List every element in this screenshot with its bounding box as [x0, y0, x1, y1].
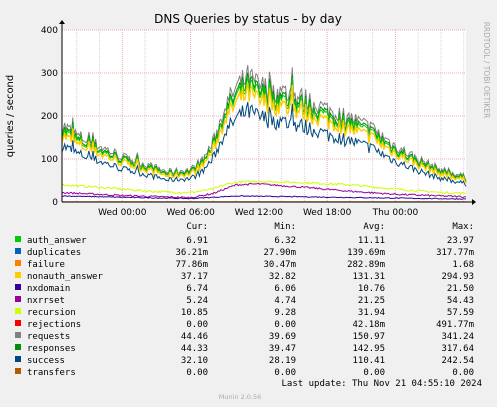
legend-avg-success: 110.41 [352, 356, 385, 366]
legend-table: Cur: Min: Avg: Max: auth_answer 6.91 6.32 11.11… [15, 222, 474, 378]
legend-max-requests: 341.24 [441, 332, 474, 342]
legend-swatch-recursion [15, 308, 21, 314]
legend-avg-transfers: 0.00 [363, 368, 385, 378]
legend-swatch-nxdomain [15, 284, 21, 290]
legend-min-rejections: 0.00 [274, 320, 296, 330]
legend-swatch-requests [15, 332, 21, 338]
y-tick-label: 300 [41, 69, 58, 79]
legend-cur-nonauth_answer: 37.17 [181, 272, 208, 282]
plot-area: 0 100 200 300 400 Wed 00:00 Wed 06:00 Wed 12:00… [41, 20, 476, 218]
legend-max-nxdomain: 21.50 [447, 284, 474, 294]
legend-name-requests: requests [27, 332, 70, 342]
legend-min-nxrrset: 4.74 [274, 296, 296, 306]
legend-name-nxrrset: nxrrset [27, 296, 65, 306]
munin-graph: DNS Queries by status - by day queries /… [0, 0, 497, 407]
legend-cur-recursion: 10.85 [181, 308, 208, 318]
legend-min-requests: 39.69 [269, 332, 296, 342]
y-tick-label: 0 [52, 198, 58, 208]
legend-min-nxdomain: 6.06 [274, 284, 296, 294]
legend-min-nonauth_answer: 32.82 [269, 272, 296, 282]
legend-min-failure: 30.47m [263, 260, 296, 270]
legend-avg-auth_answer: 11.11 [358, 236, 385, 246]
legend-min-auth_answer: 6.32 [274, 236, 296, 246]
legend-avg-nxdomain: 10.76 [358, 284, 385, 294]
legend-name-failure: failure [27, 260, 65, 270]
legend-name-nxdomain: nxdomain [27, 284, 70, 294]
chart-svg: DNS Queries by status - by day queries /… [5, 12, 491, 401]
legend-name-responses: responses [27, 344, 76, 354]
legend-swatch-rejections [15, 320, 21, 326]
legend-max-transfers: 0.00 [452, 368, 474, 378]
legend-name-duplicates: duplicates [27, 248, 81, 258]
legend-min-success: 28.19 [269, 356, 296, 366]
legend-avg-recursion: 31.94 [358, 308, 385, 318]
legend-cur-auth_answer: 6.91 [186, 236, 208, 246]
legend-cur-rejections: 0.00 [186, 320, 208, 330]
legend-swatch-nonauth_answer [15, 272, 21, 278]
legend-cur-nxdomain: 6.74 [186, 284, 208, 294]
legend-swatch-transfers [15, 368, 21, 374]
legend-cur-requests: 44.46 [181, 332, 208, 342]
x-tick-label: Wed 00:00 [98, 208, 147, 218]
legend-header-avg: Avg: [363, 222, 385, 232]
x-tick-label: Wed 06:00 [166, 208, 215, 218]
legend-cur-responses: 44.33 [181, 344, 208, 354]
legend-max-nonauth_answer: 294.93 [441, 272, 474, 282]
legend-avg-rejections: 42.18m [352, 320, 385, 330]
legend-avg-failure: 282.89m [347, 260, 385, 270]
legend-swatch-nxrrset [15, 296, 21, 302]
last-update-text: Last update: Thu Nov 21 04:55:10 2024 [282, 379, 482, 389]
legend-name-transfers: transfers [27, 368, 76, 378]
legend-max-duplicates: 317.77m [436, 248, 474, 258]
legend-avg-responses: 142.95 [352, 344, 385, 354]
chart-title: DNS Queries by status - by day [154, 12, 342, 26]
legend-cur-duplicates: 36.21m [175, 248, 208, 258]
legend-cur-success: 32.10 [181, 356, 208, 366]
x-axis-arrow [472, 199, 476, 205]
legend-cur-nxrrset: 5.24 [186, 296, 208, 306]
y-tick-label: 200 [41, 112, 58, 122]
legend-avg-duplicates: 139.69m [347, 248, 385, 258]
legend-swatch-success [15, 356, 21, 362]
legend-avg-nxrrset: 21.25 [358, 296, 385, 306]
legend-name-auth_answer: auth_answer [27, 236, 87, 246]
legend-max-success: 242.54 [441, 356, 474, 366]
x-tick-label: Wed 12:00 [235, 208, 284, 218]
munin-version: Munin 2.0.56 [219, 393, 262, 401]
legend-avg-nonauth_answer: 131.31 [352, 272, 385, 282]
legend-name-success: success [27, 356, 65, 366]
legend-avg-requests: 150.97 [352, 332, 385, 342]
legend-name-rejections: rejections [27, 320, 81, 330]
legend-min-transfers: 0.00 [274, 368, 296, 378]
legend-cur-failure: 77.86m [175, 260, 208, 270]
legend-swatch-auth_answer [15, 236, 21, 242]
legend-max-failure: 1.68 [452, 260, 474, 270]
legend-min-recursion: 9.28 [274, 308, 296, 318]
legend-max-responses: 317.64 [441, 344, 474, 354]
legend-name-recursion: recursion [27, 308, 76, 318]
legend-name-nonauth_answer: nonauth_answer [27, 272, 103, 282]
legend-swatch-responses [15, 344, 21, 350]
legend-header-max: Max: [452, 222, 474, 232]
y-tick-label: 100 [41, 155, 58, 165]
legend-header-cur: Cur: [186, 222, 208, 232]
legend-min-responses: 39.47 [269, 344, 296, 354]
legend-max-recursion: 57.59 [447, 308, 474, 318]
legend-swatch-failure [15, 260, 21, 266]
rrdtool-watermark: RRDTOOL / TOBI OETIKER [482, 22, 491, 119]
legend-header-min: Min: [274, 222, 296, 232]
y-tick-label: 400 [41, 26, 58, 36]
legend-cur-transfers: 0.00 [186, 368, 208, 378]
legend-min-duplicates: 27.90m [263, 248, 296, 258]
x-tick-label: Thu 00:00 [372, 208, 419, 218]
legend-swatch-duplicates [15, 248, 21, 254]
y-axis-label: queries / second [5, 75, 16, 157]
legend-max-rejections: 491.77m [436, 320, 474, 330]
x-tick-label: Wed 18:00 [303, 208, 352, 218]
legend-max-nxrrset: 54.43 [447, 296, 474, 306]
legend-max-auth_answer: 23.97 [447, 236, 474, 246]
y-axis-arrow [59, 20, 65, 24]
